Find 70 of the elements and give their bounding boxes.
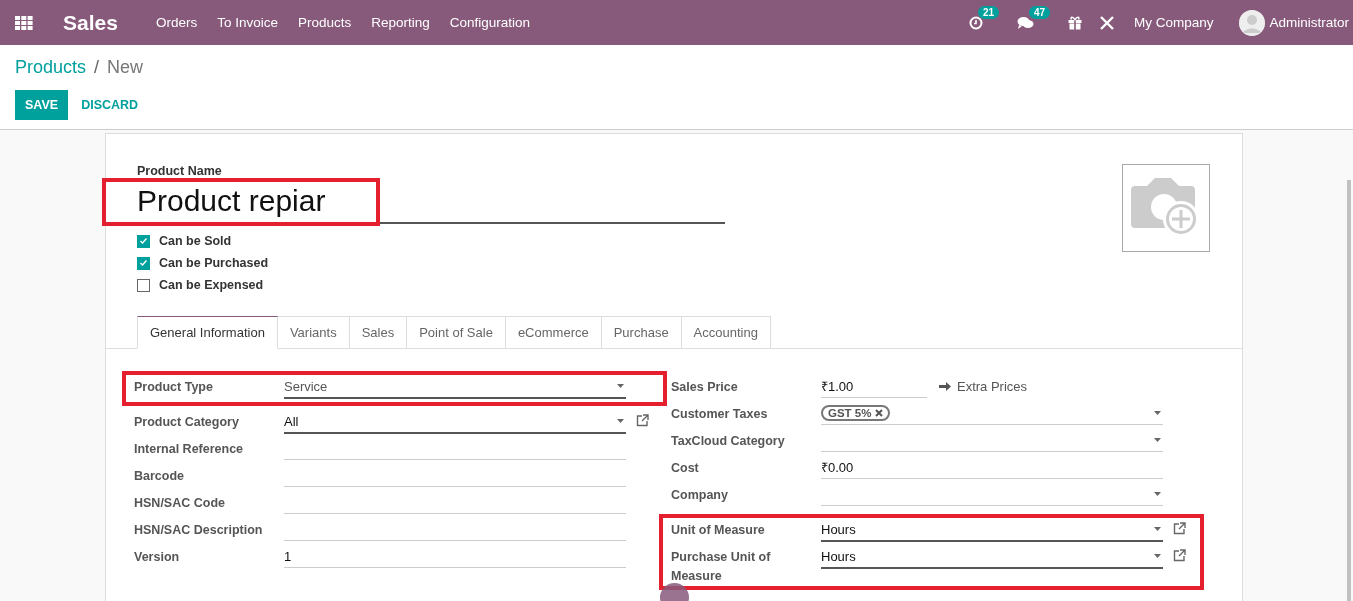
tax-tag: GST 5% <box>821 405 891 421</box>
checkbox-option[interactable]: Can be Sold <box>137 234 725 248</box>
external-link-icon[interactable] <box>636 414 649 427</box>
caret-icon <box>1154 411 1161 415</box>
check-icon <box>140 238 147 244</box>
field-label: Product Category <box>134 414 240 431</box>
field-label: HSN/SAC Code <box>134 495 226 512</box>
menu-item[interactable]: Configuration <box>439 15 541 30</box>
input-field[interactable]: 1 <box>284 545 626 568</box>
remove-icon[interactable] <box>875 409 884 417</box>
tab[interactable]: Point of Sale <box>407 316 506 349</box>
product-name-field[interactable]: Product repiar <box>137 178 725 224</box>
clock-icon[interactable] <box>968 15 983 30</box>
chat-icon[interactable] <box>1016 15 1034 30</box>
input-field[interactable]: ₹0.00 <box>821 456 1163 479</box>
extra-prices-button[interactable]: Extra Prices <box>939 375 1028 394</box>
field-label: TaxCloud Category <box>671 433 786 450</box>
field-label: Customer Taxes <box>671 406 769 423</box>
menu-item[interactable]: Products <box>287 15 362 30</box>
field-label: Product Type <box>134 379 214 396</box>
input-field[interactable]: ₹1.00 <box>821 375 927 398</box>
field-label: Product Name <box>137 164 223 178</box>
user-menu[interactable]: Administrator <box>1269 15 1349 30</box>
dropdown-field[interactable]: Hours <box>821 545 1163 569</box>
menu-item[interactable]: Reporting <box>361 15 440 30</box>
breadcrumb-link[interactable]: Products <box>15 57 87 78</box>
user-avatar[interactable] <box>1239 9 1266 36</box>
tab[interactable]: General Information <box>137 316 278 349</box>
checkbox-option[interactable]: Can be Purchased <box>137 256 725 270</box>
field-label: HSN/SAC Description <box>134 522 264 539</box>
caret-icon <box>1154 438 1161 442</box>
count-badge: 21 <box>977 5 1000 19</box>
discard-button[interactable]: DISCARD <box>72 90 148 120</box>
breadcrumb-current: New <box>107 57 144 78</box>
select-field[interactable]: Service <box>284 375 626 399</box>
field-label: Cost <box>671 460 700 477</box>
external-link-icon[interactable] <box>1173 549 1186 562</box>
save-button[interactable]: SAVE <box>15 90 69 120</box>
gift-icon[interactable] <box>1067 15 1082 30</box>
caret-icon <box>1154 527 1161 531</box>
field-label: Purchase Unit of Measure <box>671 549 772 585</box>
tab[interactable]: Sales <box>349 316 408 349</box>
menu-item[interactable]: Orders <box>145 15 208 30</box>
tab[interactable]: Purchase <box>601 316 682 349</box>
dropdown-field[interactable]: Hours <box>821 518 1163 542</box>
breadcrumb-separator: / <box>94 57 100 78</box>
field-label: Version <box>134 549 181 566</box>
field-label: Company <box>671 487 729 504</box>
caret-icon <box>617 419 624 423</box>
checkbox-option[interactable]: Can be Expensed <box>137 278 725 292</box>
tags-field[interactable]: GST 5% <box>821 402 1163 425</box>
external-link-icon[interactable] <box>1173 522 1186 535</box>
field-label: Sales Price <box>671 379 739 396</box>
caret-icon <box>617 384 624 388</box>
caret-icon <box>1154 554 1161 558</box>
field-label: Unit of Measure <box>671 522 766 539</box>
app-title: Sales <box>63 10 118 35</box>
field-label: Barcode <box>134 468 186 485</box>
caret-icon <box>1154 492 1161 496</box>
menu-item[interactable]: To Invoice <box>207 15 288 30</box>
tab[interactable]: eCommerce <box>505 316 602 349</box>
apps-grid-icon[interactable] <box>15 15 33 30</box>
tab[interactable]: Accounting <box>681 316 771 349</box>
tab[interactable]: Variants <box>277 316 350 349</box>
arrow-right-icon <box>939 381 951 392</box>
company-switcher[interactable]: My Company <box>1133 15 1214 30</box>
count-badge: 47 <box>1028 5 1051 19</box>
check-icon <box>140 260 147 266</box>
dropdown-field[interactable]: All <box>284 410 626 434</box>
field-label: Internal Reference <box>134 441 245 458</box>
